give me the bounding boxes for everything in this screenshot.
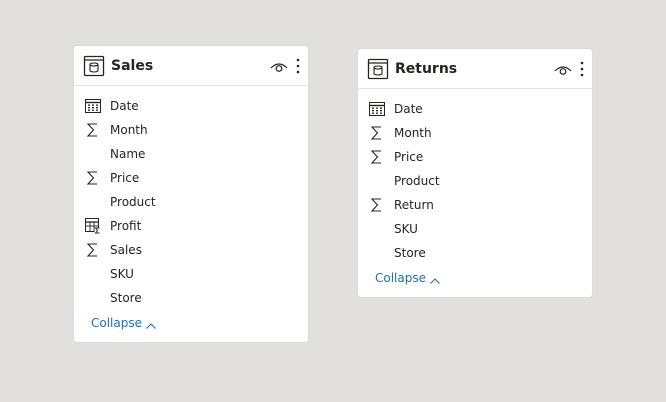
calendar-icon — [369, 101, 385, 117]
more-options-icon[interactable] — [296, 58, 300, 74]
table-title: Returns — [395, 60, 458, 77]
eye-icon[interactable] — [270, 59, 288, 73]
table-icon — [83, 55, 105, 77]
field-label: Store — [394, 246, 426, 260]
field-row[interactable]: Price — [74, 166, 308, 190]
table-title: Sales — [111, 57, 154, 74]
field-row[interactable]: Profit — [74, 214, 308, 238]
collapse-label: Collapse — [91, 316, 142, 330]
table-icon — [367, 58, 389, 80]
sigma-icon — [369, 149, 385, 165]
field-row[interactable]: SKU — [74, 262, 308, 286]
field-row[interactable]: Product — [74, 190, 308, 214]
calendar-icon — [85, 98, 101, 114]
field-label: Date — [394, 102, 423, 116]
field-row[interactable]: Store — [74, 286, 308, 310]
sigma-icon — [85, 170, 101, 186]
field-label: Return — [394, 198, 434, 212]
field-row[interactable]: Product — [358, 169, 592, 193]
field-row[interactable]: Sales — [74, 238, 308, 262]
collapse-button[interactable]: Collapse — [358, 271, 592, 285]
field-row[interactable]: Month — [74, 118, 308, 142]
table-card-returns[interactable]: Returns Date Month Price Product Return … — [358, 49, 592, 297]
chevron-up-icon — [146, 319, 156, 329]
field-row[interactable]: Name — [74, 142, 308, 166]
more-options-icon[interactable] — [580, 61, 584, 77]
sigma-icon — [85, 242, 101, 258]
field-row[interactable]: Price — [358, 145, 592, 169]
field-label: Product — [394, 174, 440, 188]
field-row[interactable]: Date — [358, 97, 592, 121]
field-label: Date — [110, 99, 139, 113]
sigma-icon — [369, 125, 385, 141]
table-card-sales[interactable]: Sales Date Month Name Price Product Prof… — [74, 46, 308, 342]
field-row[interactable]: Month — [358, 121, 592, 145]
eye-icon[interactable] — [554, 62, 572, 76]
field-row[interactable]: SKU — [358, 217, 592, 241]
field-label: Month — [110, 123, 148, 137]
field-label: Sales — [110, 243, 142, 257]
table-card-header[interactable]: Returns — [358, 49, 592, 89]
calculated-table-icon — [85, 218, 101, 234]
field-list: Date Month Name Price Product Profit Sal… — [74, 86, 308, 310]
sigma-icon — [369, 197, 385, 213]
field-label: Price — [110, 171, 140, 185]
field-row[interactable]: Date — [74, 94, 308, 118]
sigma-icon — [85, 122, 101, 138]
field-row[interactable]: Store — [358, 241, 592, 265]
field-row[interactable]: Return — [358, 193, 592, 217]
chevron-up-icon — [430, 274, 440, 284]
field-label: Price — [394, 150, 424, 164]
field-label: Profit — [110, 219, 142, 233]
field-label: SKU — [110, 267, 134, 281]
field-list: Date Month Price Product Return SKU Stor… — [358, 89, 592, 265]
field-label: Store — [110, 291, 142, 305]
collapse-button[interactable]: Collapse — [74, 316, 308, 330]
table-card-header[interactable]: Sales — [74, 46, 308, 86]
field-label: SKU — [394, 222, 418, 236]
field-label: Product — [110, 195, 156, 209]
field-label: Name — [110, 147, 146, 161]
collapse-label: Collapse — [375, 271, 426, 285]
field-label: Month — [394, 126, 432, 140]
